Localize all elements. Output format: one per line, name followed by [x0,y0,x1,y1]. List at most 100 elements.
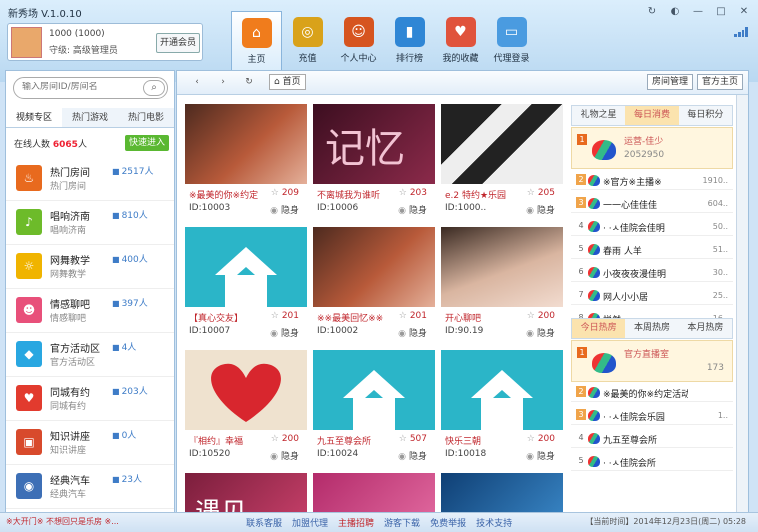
tab-daily-points[interactable]: 每日积分 [678,106,732,125]
room-thumbnail[interactable] [441,350,563,430]
room-manage-button[interactable]: 房间管理 [647,74,694,90]
back-icon[interactable]: ‹ [187,74,207,90]
room-thumbnail[interactable]: 记忆 [313,104,435,184]
room-category-item[interactable]: ☻情感聊吧情感聊吧397人 [6,289,174,333]
hot-top1[interactable]: 1 官方直播室 173 [571,340,733,382]
room-thumbnail[interactable] [441,227,563,307]
room-category-item[interactable]: ♨热门房间热门房间2517人 [6,157,174,201]
room-card[interactable]: ※※最美回忆※※ 201 ID:10002 隐身 [313,227,435,339]
tab-video[interactable]: 视频专区 [6,108,62,127]
card-fav-count: 200 [527,311,555,321]
rank-number: 3 [576,197,586,208]
heart-avatar-icon [588,221,600,232]
favorites-icon: ♥ [445,17,476,47]
room-card[interactable]: 九五至尊会所 507 ID:10024 隐身 [313,350,435,462]
rank-value: 30.. [712,268,728,277]
rank-badge: 1 [577,134,587,145]
close-icon[interactable]: ✕ [738,6,750,18]
rank-row[interactable]: 3 一一心佳佳佳 604.. [571,194,733,213]
nav-item-3[interactable]: ▮ 排行榜 [384,11,435,73]
rank-row[interactable]: 2 ※官方※主播※ 1910.. [571,171,733,190]
footer-link[interactable]: 联系客服 [246,516,282,529]
card-fav-count: 209 [271,188,299,198]
nav-item-5[interactable]: ▭ 代理登录 [486,11,537,73]
nav-item-1[interactable]: ◎ 充值 [282,11,333,73]
room-card[interactable]: 快乐三朝 200 ID:10018 隐身 [441,350,563,462]
car-icon: ◉ [16,473,42,499]
svg-text:记忆: 记忆 [325,126,405,172]
rank-row[interactable]: 5 · ·ㅅ佳院会所 [571,452,733,471]
breadcrumb-home[interactable]: ⌂ 首页 [269,74,306,90]
tab-movies[interactable]: 热门电影 [118,108,174,127]
rank-row[interactable]: 4 · ·ㅅ佳院会佳明 50.. [571,217,733,236]
room-subtitle: 唱响济南 [50,226,87,236]
room-category-item[interactable]: ◉经典汽车经典汽车23人 [6,465,174,509]
search-input[interactable] [22,82,140,92]
room-card[interactable]: 开心聊吧 200 ID:90.19 隐身 [441,227,563,339]
room-thumbnail[interactable] [313,227,435,307]
rank-value: 1.. [717,411,728,420]
tab-gift-star[interactable]: 礼物之星 [572,106,626,125]
room-category-item[interactable]: ☼网舞教学网舞教学400人 [6,245,174,289]
room-card[interactable]: 【真心交友】 201 ID:10007 隐身 [185,227,307,339]
footer-link[interactable]: 游客下载 [384,516,420,529]
fire-icon: ♨ [16,165,42,191]
main-content: ‹ › ↻ ⌂ 首页 房间管理 官方主页 ※最美的你※约定 209 ID:10003… [176,70,749,529]
footer-link[interactable]: 免费举报 [430,516,466,529]
tab-daily-spend[interactable]: 每日消费 [625,106,679,125]
card-fav-count: 200 [271,434,299,444]
reload-icon[interactable]: ↻ [239,74,259,90]
rank-row[interactable]: 2 ※最美的你※约定活动※ [571,383,733,402]
room-category-item[interactable]: ♪唱响济南唱响济南810人 [6,201,174,245]
quick-join-button[interactable]: 快速进入 [125,135,169,151]
skin-icon[interactable]: ◐ [669,6,681,18]
open-vip-button[interactable]: 开通会员 [156,33,200,53]
footer-link[interactable]: 技术支持 [476,516,512,529]
room-category-item[interactable]: ▣知识讲座知识讲座0人 [6,421,174,465]
heart-avatar-icon [588,244,600,255]
tab-week-hot[interactable]: 本周热房 [625,319,679,338]
maximize-icon[interactable]: □ [715,6,727,18]
nav-item-0[interactable]: ⌂ 主页 [231,11,282,73]
room-category-item[interactable]: ◆官方活动区官方活动区4人 [6,333,174,377]
room-thumbnail[interactable] [313,350,435,430]
footer-link[interactable]: 主播招聘 [338,516,374,529]
rank-top1[interactable]: 1 运营-佳少 2052950 [571,127,733,169]
memory-artwork-icon: 记忆 [325,126,405,172]
tab-games[interactable]: 热门游戏 [62,108,118,127]
avatar[interactable] [11,27,42,58]
rank-row[interactable]: 4 九五至尊会所 [571,429,733,448]
top-name: 运营-佳少 [624,137,664,147]
rank-row[interactable]: 3 · ·ㅅ佳院会乐园 1.. [571,406,733,425]
card-room-id: ID:10003 [189,203,231,213]
footer-link[interactable]: 加盟代理 [292,516,328,529]
rank-row[interactable]: 7 网人小小居 25.. [571,286,733,305]
heart-avatar-icon [588,175,600,186]
tab-today-hot[interactable]: 今日热房 [572,319,626,338]
rank-row[interactable]: 6 小夜夜夜漫佳明 30.. [571,263,733,282]
refresh-icon[interactable]: ↻ [646,6,658,18]
tab-month-hot[interactable]: 本月热房 [678,319,732,338]
room-card[interactable]: 记忆不离城我为谁听 203 ID:10006 隐身 [313,104,435,216]
forward-icon[interactable]: › [213,74,233,90]
nav-item-4[interactable]: ♥ 我的收藏 [435,11,486,73]
room-thumbnail[interactable] [185,350,307,430]
nav-item-2[interactable]: ☺ 个人中心 [333,11,384,73]
room-thumbnail[interactable] [441,104,563,184]
room-card[interactable]: 『相约』幸福 200 ID:10520 隐身 [185,350,307,462]
room-thumbnail[interactable] [185,104,307,184]
rank-row[interactable]: 5 春雨 人羊 51.. [571,240,733,259]
room-subtitle: 热门房间 [50,182,87,192]
scrollbar[interactable] [736,95,748,512]
room-card[interactable]: ※最美的你※约定 209 ID:10003 隐身 [185,104,307,216]
room-card[interactable]: e.2 特约★乐园 205 ID:1000.. 隐身 [441,104,563,216]
room-thumbnail[interactable] [185,227,307,307]
official-home-button[interactable]: 官方主页 [697,74,744,90]
house-placeholder-icon [471,370,533,430]
signal-icon [734,27,748,37]
minimize-icon[interactable]: — [692,6,704,18]
card-room-id: ID:10007 [189,326,231,336]
app-title: 新秀场 V.1.0.10 [8,9,82,20]
search-icon[interactable]: ⌕ [143,80,165,96]
room-category-item[interactable]: ♥同城有约同城有约203人 [6,377,174,421]
